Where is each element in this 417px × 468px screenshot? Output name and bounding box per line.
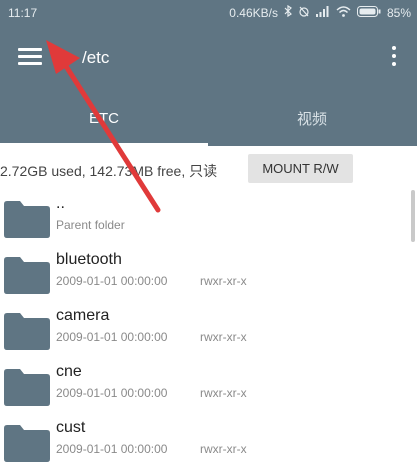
file-name: camera xyxy=(56,307,110,324)
alarm-icon xyxy=(298,5,310,20)
folder-icon xyxy=(4,369,50,406)
list-item-cust[interactable]: cust 2009-01-01 00:00:00 rwxr-xr-x xyxy=(0,414,417,468)
list-item-camera[interactable]: camera 2009-01-01 00:00:00 rwxr-xr-x xyxy=(0,302,417,358)
current-path: /etc xyxy=(82,48,110,67)
net-speed: 0.46KB/s xyxy=(229,5,278,20)
file-date: 2009-01-01 00:00:00 xyxy=(56,330,168,344)
wifi-icon xyxy=(336,5,351,20)
bluetooth-icon xyxy=(284,4,292,20)
file-subtitle: Parent folder xyxy=(56,218,125,232)
file-name: cne xyxy=(56,363,82,380)
file-date: 2009-01-01 00:00:00 xyxy=(56,442,168,456)
status-time: 11:17 xyxy=(8,6,38,20)
folder-icon xyxy=(4,201,50,238)
status-bar: 11:17 0.46KB/s 85% xyxy=(0,0,417,26)
file-permissions: rwxr-xr-x xyxy=(200,386,247,400)
file-date: 2009-01-01 00:00:00 xyxy=(56,386,168,400)
folder-icon xyxy=(4,425,50,462)
signal-icon xyxy=(315,5,330,20)
file-name: cust xyxy=(56,419,86,436)
mount-rw-button[interactable]: MOUNT R/W xyxy=(248,154,353,183)
file-list: .. Parent folder bluetooth 2009-01-01 00… xyxy=(0,190,417,468)
file-permissions: rwxr-xr-x xyxy=(200,330,247,344)
hamburger-menu-icon[interactable] xyxy=(18,48,42,66)
list-item-bluetooth[interactable]: bluetooth 2009-01-01 00:00:00 rwxr-xr-x xyxy=(0,246,417,302)
file-name: .. xyxy=(56,195,65,212)
file-permissions: rwxr-xr-x xyxy=(200,274,247,288)
file-date: 2009-01-01 00:00:00 xyxy=(56,274,168,288)
file-name: bluetooth xyxy=(56,251,122,268)
battery-icon xyxy=(356,5,381,20)
tab-bar: ETC 视频 xyxy=(0,90,417,146)
storage-info: 2.72GB used, 142.73MB free, 只读 xyxy=(0,163,218,179)
storage-info-bar: 2.72GB used, 142.73MB free, 只读 MOUNT R/W xyxy=(0,146,417,190)
battery-percent: 85% xyxy=(386,5,411,20)
folder-icon xyxy=(4,257,50,294)
tab-video[interactable]: 视频 xyxy=(208,90,416,146)
folder-icon xyxy=(4,313,50,350)
status-icons: 0.46KB/s 85% xyxy=(229,4,411,20)
list-item-cne[interactable]: cne 2009-01-01 00:00:00 rwxr-xr-x xyxy=(0,358,417,414)
list-item-parent[interactable]: .. Parent folder xyxy=(0,190,417,246)
app-toolbar: /etc xyxy=(0,26,417,90)
list-scrollbar[interactable] xyxy=(411,190,415,242)
tab-etc[interactable]: ETC xyxy=(0,90,208,146)
more-vert-icon[interactable] xyxy=(391,46,397,70)
file-permissions: rwxr-xr-x xyxy=(200,442,247,456)
